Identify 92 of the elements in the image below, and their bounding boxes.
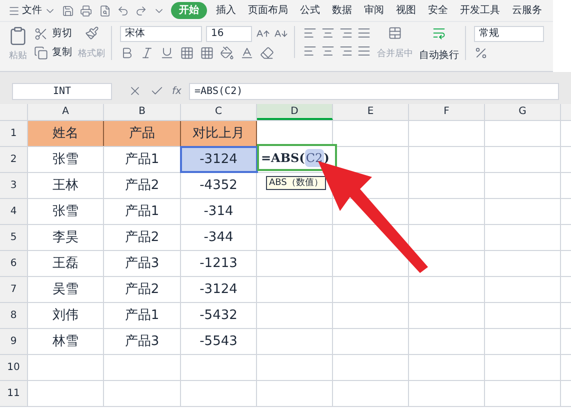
- file-menu[interactable]: 文件: [22, 3, 42, 18]
- column-header[interactable]: G: [485, 104, 561, 120]
- cut-icon[interactable]: [34, 26, 48, 40]
- name-box[interactable]: INT: [12, 82, 112, 100]
- italic-icon[interactable]: [140, 46, 154, 60]
- table-cell: -1213: [181, 251, 257, 276]
- table-cell: -3124: [181, 147, 257, 172]
- ribbon-tab[interactable]: 公式: [297, 3, 323, 18]
- print-icon[interactable]: [80, 4, 92, 18]
- save-icon[interactable]: [62, 4, 74, 18]
- table-cell: 产品2: [104, 173, 181, 198]
- brush-icon[interactable]: [84, 26, 98, 40]
- row-header[interactable]: 11: [0, 381, 28, 406]
- header-cell: 对比上月: [181, 121, 257, 146]
- row-header[interactable]: 8: [0, 303, 28, 328]
- column-header[interactable]: E: [333, 104, 409, 120]
- redo-icon[interactable]: [134, 4, 147, 18]
- border-icon[interactable]: [180, 46, 194, 60]
- table-cell: -4352: [181, 173, 257, 198]
- row-header[interactable]: 7: [0, 277, 28, 302]
- fill-grid-icon[interactable]: [200, 46, 214, 60]
- underline-icon[interactable]: [160, 46, 174, 60]
- row-header[interactable]: 5: [0, 225, 28, 250]
- row-header[interactable]: 2: [0, 147, 28, 172]
- cell-reference: C2: [304, 148, 324, 166]
- table-cell: 产品2: [104, 225, 181, 250]
- table-cell: -314: [181, 199, 257, 224]
- table-cell: 林雪: [28, 329, 104, 354]
- row-header[interactable]: 9: [0, 329, 28, 354]
- ribbon-tab[interactable]: 页面布局: [245, 3, 291, 18]
- table-cell: 产品3: [104, 251, 181, 276]
- font-field[interactable]: 宋体: [120, 26, 202, 42]
- table-cell: 张雪: [28, 199, 104, 224]
- table-cell: 吴雪: [28, 277, 104, 302]
- header-cell: 产品: [104, 121, 181, 146]
- column-header[interactable]: D: [257, 104, 333, 120]
- row-header[interactable]: 4: [0, 199, 28, 224]
- eraser-icon[interactable]: [260, 46, 274, 60]
- table-cell: 张雪: [28, 147, 104, 172]
- table-cell: 产品1: [104, 199, 181, 224]
- undo-icon[interactable]: [116, 4, 129, 18]
- table-cell: 刘伟: [28, 303, 104, 328]
- merge-icon[interactable]: [388, 26, 402, 40]
- cancel-icon[interactable]: [128, 84, 142, 98]
- bold-icon[interactable]: [120, 46, 134, 60]
- paste-icon[interactable]: [8, 26, 28, 46]
- cell-editor[interactable]: =ABS(C2): [257, 144, 337, 171]
- percent-icon[interactable]: [474, 46, 488, 60]
- table-cell: -5432: [181, 303, 257, 328]
- font-size-field[interactable]: 16: [206, 26, 252, 42]
- row-header[interactable]: 3: [0, 173, 28, 198]
- table-cell: -344: [181, 225, 257, 250]
- align-right-icon[interactable]: [339, 44, 353, 58]
- preview-icon[interactable]: [98, 4, 111, 18]
- column-header[interactable]: A: [28, 104, 104, 120]
- function-tooltip: ABS（数值）: [266, 176, 326, 190]
- function-icon[interactable]: fx: [172, 84, 182, 98]
- table-cell: 王林: [28, 173, 104, 198]
- copy-button[interactable]: 复制: [52, 45, 72, 60]
- column-header[interactable]: F: [409, 104, 485, 120]
- formula-text: =ABS(: [261, 150, 305, 166]
- ribbon-tab[interactable]: 视图: [393, 3, 419, 18]
- table-cell: 李昊: [28, 225, 104, 250]
- table-cell: -3124: [181, 277, 257, 302]
- column-header[interactable]: B: [104, 104, 181, 120]
- ribbon-tab[interactable]: 云服务: [509, 3, 545, 18]
- number-format-field[interactable]: 常规: [474, 26, 544, 42]
- justify-icon[interactable]: [357, 44, 371, 58]
- formula-text: ): [324, 150, 330, 166]
- row-header[interactable]: 10: [0, 355, 28, 380]
- table-cell: 产品2: [104, 277, 181, 302]
- cut-button[interactable]: 剪切: [52, 26, 72, 41]
- table-cell: 王磊: [28, 251, 104, 276]
- header-cell: 姓名: [28, 121, 104, 146]
- fill-icon[interactable]: [220, 46, 234, 60]
- font-color-icon[interactable]: [240, 46, 254, 60]
- table-cell: -5543: [181, 329, 257, 354]
- copy-icon[interactable]: [34, 46, 48, 60]
- formula-field[interactable]: =ABS(C2): [189, 82, 559, 100]
- wrap-icon[interactable]: [432, 26, 446, 40]
- wrap-button[interactable]: 自动换行: [419, 48, 459, 63]
- row-header[interactable]: 1: [0, 121, 28, 146]
- ribbon-tab[interactable]: 插入: [213, 3, 239, 18]
- align-center-icon[interactable]: [321, 44, 335, 58]
- ribbon-tab[interactable]: 数据: [329, 3, 355, 18]
- ribbon-tab[interactable]: 开发工具: [457, 3, 503, 18]
- ribbon-tab[interactable]: 安全: [425, 3, 451, 18]
- table-cell: 产品3: [104, 329, 181, 354]
- ribbon-tab[interactable]: 审阅: [361, 3, 387, 18]
- table-cell: 产品1: [104, 303, 181, 328]
- align-left-icon[interactable]: [303, 44, 317, 58]
- row-header[interactable]: 6: [0, 251, 28, 276]
